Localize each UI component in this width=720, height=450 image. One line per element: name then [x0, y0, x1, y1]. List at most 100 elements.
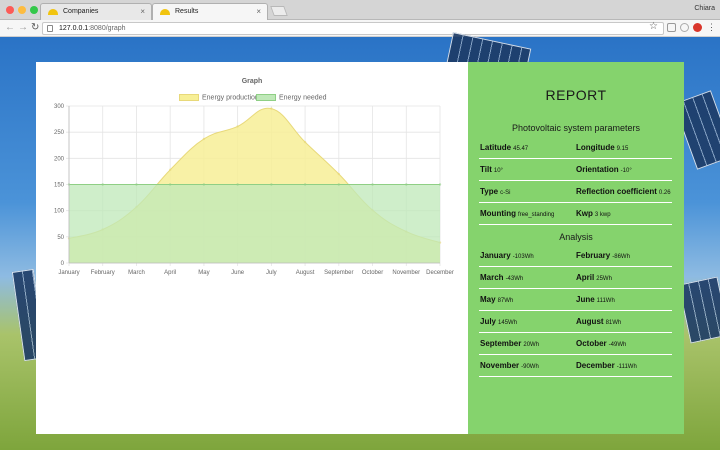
series-area-energy-needed — [69, 184, 440, 263]
param-label: Longitude — [576, 143, 615, 152]
x-tick-label: January — [58, 270, 79, 276]
param-value: free_standing — [517, 212, 555, 218]
analysis-label: July — [480, 317, 497, 326]
param-value: c-Si — [500, 190, 511, 196]
analysis-value: 81Wh — [605, 320, 622, 326]
bookmark-star-icon[interactable]: ☆ — [649, 21, 658, 32]
x-tick-label: April — [164, 270, 176, 276]
browser-toolbar: ← → ↻ 127.0.0.1:8080/graph ☆ ⋮ — [0, 20, 720, 37]
x-tick-label: March — [128, 270, 145, 276]
analysis-title: Analysis — [559, 232, 593, 242]
param-item: Tilt 10° — [480, 165, 503, 174]
param-row: Latitude 45.47 Longitude 9.15 — [479, 137, 672, 159]
analysis-label: October — [576, 339, 607, 348]
param-value: 9.15 — [616, 146, 629, 152]
analysis-row: November -90Wh December -111Wh — [479, 355, 672, 377]
analysis-item: December -111Wh — [576, 361, 637, 370]
x-tick-label: June — [231, 270, 245, 276]
param-item: Type c-Si — [480, 187, 510, 196]
data-point — [168, 168, 172, 172]
analysis-label: February — [576, 251, 611, 260]
data-point — [405, 183, 408, 186]
analysis-label: December — [576, 361, 615, 370]
param-label: Mounting — [480, 209, 516, 218]
analysis-item: October -49Wh — [576, 339, 626, 348]
browser-tab-bar: Companies × Results × Chiara — [0, 0, 720, 20]
menu-icon[interactable]: ⋮ — [707, 22, 716, 33]
address-bar[interactable]: 127.0.0.1:8080/graph — [42, 22, 664, 35]
data-point — [168, 183, 172, 186]
analysis-item: March -43Wh — [480, 273, 523, 282]
back-icon[interactable]: ← — [5, 22, 15, 33]
param-value: 3 kwp — [594, 212, 611, 218]
analysis-item: January -103Wh — [480, 251, 534, 260]
data-point — [236, 125, 239, 128]
tab-label: Companies — [63, 8, 99, 15]
data-point — [270, 107, 273, 110]
analysis-value: 20Wh — [523, 342, 540, 348]
analysis-label: January — [480, 251, 511, 260]
url-host: 127.0.0.1 — [59, 25, 89, 32]
analysis-value: 25Wh — [596, 276, 612, 282]
x-tick-label: September — [324, 270, 353, 276]
x-tick-label: August — [296, 270, 315, 276]
tab-label: Results — [175, 8, 199, 15]
analysis-value: -49Wh — [608, 342, 627, 348]
close-tab-icon[interactable]: × — [140, 7, 145, 16]
energy-chart: 0 50 100 150 200 250 300 January February March Ap… — [54, 104, 454, 276]
param-item: Kwp 3 kwp — [576, 209, 611, 218]
y-tick-label: 150 — [54, 183, 65, 189]
page-icon — [47, 25, 53, 32]
analysis-value: -111Wh — [616, 364, 637, 370]
minimize-window-icon[interactable] — [18, 6, 26, 14]
analysis-value: -43Wh — [505, 276, 524, 282]
tab-results[interactable]: Results × — [152, 3, 268, 20]
extension-icon[interactable] — [667, 23, 676, 32]
analysis-label: May — [480, 295, 496, 304]
data-point — [438, 183, 442, 186]
y-tick-label: 0 — [61, 261, 65, 267]
param-label: Type — [480, 187, 499, 196]
param-label: Kwp — [576, 209, 593, 218]
new-tab-button[interactable] — [270, 6, 288, 16]
analysis-row: March -43Wh April 25Wh — [479, 267, 672, 289]
x-tick-label: July — [266, 270, 277, 276]
analysis-item: February -86Wh — [576, 251, 630, 260]
tab-companies[interactable]: Companies × — [40, 3, 152, 20]
x-tick-label: December — [426, 270, 454, 276]
close-tab-icon[interactable]: × — [256, 7, 261, 16]
profile-name[interactable]: Chiara — [694, 5, 715, 12]
analysis-label: August — [576, 317, 604, 326]
param-row: Type c-Si Reflection coefficient 0.26 — [479, 181, 672, 203]
x-tick-label: October — [362, 270, 383, 276]
forward-icon[interactable]: → — [18, 22, 28, 33]
maximize-window-icon[interactable] — [30, 6, 38, 14]
analysis-row: September 20Wh October -49Wh — [479, 333, 672, 355]
param-item: Longitude 9.15 — [576, 143, 628, 152]
analysis-label: March — [480, 273, 504, 282]
report-title: REPORT — [545, 87, 607, 103]
y-tick-label: 200 — [54, 156, 65, 162]
data-point — [135, 183, 138, 186]
param-row: Mounting free_standing Kwp 3 kwp — [479, 203, 672, 225]
param-value: 45.47 — [513, 146, 529, 152]
data-point — [303, 140, 307, 144]
extension-red-icon[interactable] — [693, 23, 702, 32]
data-point — [371, 183, 374, 186]
analysis-value: -90Wh — [521, 364, 539, 370]
param-value: 10° — [493, 168, 503, 174]
analysis-item: June 111Wh — [576, 295, 615, 304]
param-label: Latitude — [480, 143, 512, 152]
params-title: Photovoltaic system parameters — [511, 123, 641, 133]
analysis-row: May 87Wh June 111Wh — [479, 289, 672, 311]
analysis-row: July 145Wh August 81Wh — [479, 311, 672, 333]
extension-shield-icon[interactable] — [680, 23, 689, 32]
x-tick-label: May — [198, 270, 209, 276]
analysis-value: 145Wh — [498, 320, 518, 326]
analysis-label: November — [480, 361, 520, 370]
analysis-value: 111Wh — [596, 298, 615, 304]
analysis-item: July 145Wh — [480, 317, 517, 326]
data-point — [303, 183, 307, 186]
reload-icon[interactable]: ↻ — [31, 22, 39, 33]
close-window-icon[interactable] — [6, 6, 14, 14]
